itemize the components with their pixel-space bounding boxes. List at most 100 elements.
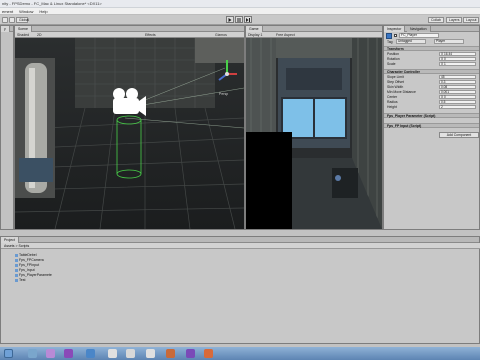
file-label: TableDebel — [19, 253, 37, 257]
script-icon — [15, 268, 18, 272]
visual-studio-icon[interactable] — [46, 349, 55, 358]
persp-label[interactable]: Persp — [219, 92, 228, 96]
script-component-header[interactable]: Fps_Player Parameter (Script) — [384, 113, 479, 118]
unity-icon[interactable] — [146, 349, 155, 358]
breadcrumb[interactable]: Assets > Scripts — [4, 244, 29, 248]
taskbar — [0, 347, 480, 360]
file-label: Fps_Input — [19, 268, 35, 272]
scene-control-bar: Shaded 2D Effects Gizmos — [15, 32, 244, 38]
step-offset-field[interactable]: 0.3 — [439, 80, 476, 84]
tab-navigation[interactable]: Navigation — [407, 26, 431, 32]
radius-label: Radius — [387, 100, 398, 104]
visual-studio-icon[interactable] — [186, 349, 195, 358]
game-view[interactable]: Game Display 1 Free Aspect — [245, 25, 383, 230]
list-item[interactable]: Fps_PlayerParamete — [15, 273, 52, 277]
step-offset-label: Step Offset — [387, 80, 404, 84]
script-icon — [15, 253, 18, 257]
min-move-distance-label: Min Move Distance — [387, 90, 416, 94]
layout-dropdown[interactable]: Layout — [463, 17, 479, 23]
add-component-button[interactable]: Add Component — [439, 132, 479, 138]
vs-code-icon[interactable] — [166, 349, 175, 358]
pause-button[interactable] — [235, 16, 243, 23]
skin-width-label: Skin Width — [387, 85, 404, 89]
menu-item-help[interactable]: Help — [39, 9, 47, 14]
list-item[interactable]: Fps_FPInput — [15, 263, 39, 267]
position-field[interactable]: X 16.44 — [439, 52, 476, 56]
pause-icon — [237, 17, 241, 22]
rotation-label: Rotation — [387, 57, 400, 61]
step-icon — [246, 17, 250, 22]
menu-item-window[interactable]: Window — [19, 9, 33, 14]
layers-dropdown[interactable]: Layers — [446, 17, 462, 23]
scene-render — [15, 38, 244, 229]
game-control-bar: Display 1 Free Aspect — [246, 32, 382, 38]
height-row: Height 2 — [384, 105, 479, 110]
script-icon — [15, 278, 18, 282]
radius-field[interactable]: 0.5 — [439, 100, 476, 104]
inspector-panel: Inspector Navigation FC_Player Tag Untag… — [383, 25, 480, 230]
unity-icon[interactable] — [126, 349, 135, 358]
min-move-distance-field[interactable]: 0.001 — [439, 90, 476, 94]
effects-dropdown[interactable]: Effects — [145, 32, 156, 38]
center-label: Center — [387, 95, 398, 99]
layer-dropdown[interactable]: Player — [434, 39, 464, 44]
hierarchy-tabstrip: y — [1, 26, 13, 32]
pivot-toggle-button[interactable]: Global — [16, 17, 29, 23]
step-button[interactable] — [244, 16, 252, 23]
display-dropdown[interactable]: Display 1 — [248, 32, 262, 38]
media-icon[interactable] — [86, 349, 95, 358]
game-render — [246, 38, 382, 229]
character-controller-header[interactable]: Character Controller — [384, 69, 479, 74]
menu-bar: ement Window Help — [0, 8, 480, 15]
character-controller-title: Character Controller — [387, 70, 420, 74]
tag-label: Tag — [387, 40, 393, 44]
transform-title: Transform — [387, 47, 404, 51]
scale-field[interactable]: X 1 — [439, 62, 476, 66]
active-checkbox[interactable] — [394, 34, 397, 37]
skin-width-field[interactable]: 0.08 — [439, 85, 476, 89]
file-label: Fps_FPInput — [19, 263, 40, 267]
rotation-field[interactable]: X 0 — [439, 57, 476, 61]
script-component-header[interactable]: Fps_FP Input (Script) — [384, 123, 479, 128]
inspector-tabstrip: Inspector Navigation — [384, 26, 479, 32]
center-field[interactable]: X 0 — [439, 95, 476, 99]
scene-view[interactable]: Scene Shaded 2D Effects Gizmos Persp — [14, 25, 245, 230]
unity-icon[interactable] — [108, 349, 117, 358]
list-item[interactable]: Test — [15, 278, 25, 282]
move-tool-button[interactable] — [9, 17, 15, 23]
file-label: Fps_PlayerParamete — [19, 273, 52, 277]
tab-inspector[interactable]: Inspector — [384, 26, 406, 32]
app-icon[interactable] — [204, 349, 213, 358]
visual-studio-icon[interactable] — [64, 349, 73, 358]
list-item[interactable]: Fps_FPCamera — [15, 258, 44, 262]
height-field[interactable]: 2 — [439, 105, 476, 109]
script-icon — [15, 258, 18, 262]
window-title: nity - FPSDemo - FC_Mac & Linux Standalo… — [2, 1, 102, 6]
file-label: Test — [19, 278, 26, 282]
list-item[interactable]: Fps_Input — [15, 268, 35, 272]
gizmos-dropdown[interactable]: Gizmos — [215, 32, 227, 38]
menu-item-element[interactable]: ement — [2, 9, 13, 14]
script-icon — [15, 273, 18, 277]
window-titlebar: nity - FPSDemo - FC_Mac & Linux Standalo… — [0, 0, 480, 8]
hierarchy-panel: y — [0, 25, 14, 230]
tab-hierarchy[interactable]: y — [1, 26, 10, 32]
2d-toggle[interactable]: 2D — [37, 32, 41, 38]
slope-limit-field[interactable]: 45 — [439, 75, 476, 79]
transform-header[interactable]: Transform — [384, 46, 479, 51]
shading-mode-dropdown[interactable]: Shaded — [17, 32, 29, 38]
explorer-icon[interactable] — [4, 349, 13, 358]
gameobject-icon — [386, 33, 392, 39]
play-icon — [228, 17, 232, 22]
collab-button[interactable]: Collab — [428, 17, 444, 23]
terminal-icon[interactable] — [28, 349, 37, 358]
play-button[interactable] — [226, 16, 234, 23]
hand-tool-button[interactable] — [2, 17, 8, 23]
slope-limit-label: Slope Limit — [387, 75, 404, 79]
height-label: Height — [387, 105, 397, 109]
object-name-field[interactable]: FC_Player — [399, 33, 439, 38]
list-item[interactable]: TableDebel — [15, 253, 37, 257]
tag-dropdown[interactable]: Untagged — [396, 39, 426, 44]
aspect-dropdown[interactable]: Free Aspect — [276, 32, 295, 38]
file-label: Fps_FPCamera — [19, 258, 44, 262]
